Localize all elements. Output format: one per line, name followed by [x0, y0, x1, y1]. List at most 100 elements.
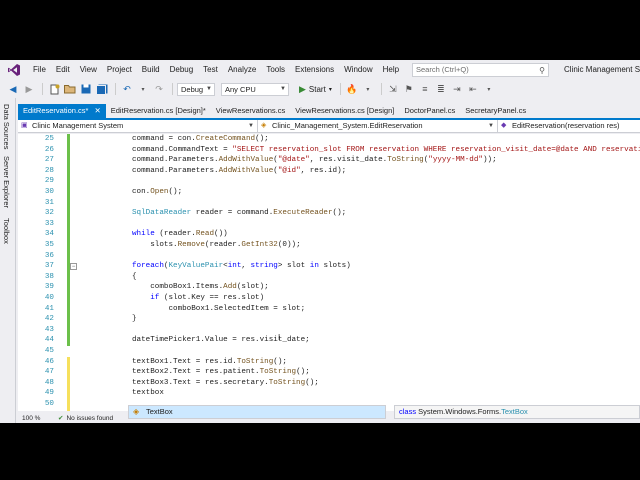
close-tab-icon[interactable]: ✕: [94, 106, 100, 115]
project-dropdown[interactable]: ▣ Clinic Management System ▼: [18, 120, 258, 133]
back-icon[interactable]: ◀: [6, 82, 20, 96]
menu-item-analyze[interactable]: Analyze: [223, 60, 261, 80]
line-number: 35: [44, 241, 54, 249]
code-line[interactable]: 35 slots.Remove(reader.GetInt32(0));: [18, 240, 640, 251]
code-line[interactable]: 25 command = con.CreateCommand();: [18, 134, 640, 145]
menu-item-view[interactable]: View: [75, 60, 102, 80]
step-into-icon[interactable]: ⇲: [386, 82, 400, 96]
configuration-select[interactable]: Debug ▼: [177, 82, 215, 96]
code-line[interactable]: 46 textBox1.Text = res.id.ToString();: [18, 357, 640, 368]
code-token: textBox3.Text = res.secretary.: [132, 378, 269, 387]
menu-item-debug[interactable]: Debug: [165, 60, 199, 80]
code-line[interactable]: 40 if (slot.Key == res.slot): [18, 293, 640, 304]
menu-item-file[interactable]: File: [28, 60, 51, 80]
menu-bar: File Edit View Project Build Debug Test Analyze…: [0, 60, 640, 80]
document-tab[interactable]: ViewReservations.cs: [211, 104, 290, 118]
code-line[interactable]: 48 textBox3.Text = res.secretary.ToString…: [18, 378, 640, 389]
code-line[interactable]: 27 command.Parameters.AddWithValue("@date…: [18, 155, 640, 166]
code-line[interactable]: 43: [18, 325, 640, 336]
document-tab[interactable]: EditReservation.cs [Design]*: [106, 104, 211, 118]
class-dropdown[interactable]: ◈ Clinic_Management_System.EditReservati…: [258, 120, 498, 133]
platform-select[interactable]: Any CPU ▼: [221, 82, 289, 96]
code-line[interactable]: 29: [18, 176, 640, 187]
code-line[interactable]: 33: [18, 219, 640, 230]
start-button[interactable]: ▶ Start ▾: [299, 84, 332, 95]
completion-item[interactable]: ◈ TextBox: [129, 406, 385, 418]
code-token: AddWithValue: [218, 166, 274, 175]
code-line[interactable]: 47 textBox2.Text = res.patient.ToString()…: [18, 367, 640, 378]
code-token: string: [250, 262, 278, 271]
side-tab-toolbox[interactable]: Toolbox: [2, 218, 11, 244]
code-token: slots): [318, 262, 351, 271]
code-line[interactable]: 28 command.Parameters.AddWithValue("@id",…: [18, 166, 640, 177]
indent-icon[interactable]: ⇥: [450, 82, 464, 96]
code-line[interactable]: 39 comboBox1.Items.Add(slot);: [18, 282, 640, 293]
undo-icon[interactable]: ↶: [120, 82, 134, 96]
code-line[interactable]: 38 {: [18, 272, 640, 283]
menu-item-build[interactable]: Build: [137, 60, 165, 80]
menu-item-extensions[interactable]: Extensions: [290, 60, 339, 80]
zoom-level[interactable]: 100 %: [18, 415, 58, 423]
search-icon[interactable]: ⚲: [539, 65, 545, 77]
collapse-block-icon[interactable]: −: [70, 263, 77, 271]
open-folder-icon[interactable]: [63, 82, 77, 96]
uncomment-icon[interactable]: ≣: [434, 82, 448, 96]
class-value: Clinic_Management_System.EditReservation: [272, 121, 423, 130]
code-token: while: [132, 230, 155, 239]
tooltip-keyword: class: [399, 407, 417, 416]
menu-item-project[interactable]: Project: [102, 60, 137, 80]
menu-item-test[interactable]: Test: [198, 60, 223, 80]
menu-item-window[interactable]: Window: [339, 60, 377, 80]
side-tab-data-sources[interactable]: Data Sources: [2, 104, 11, 149]
code-line[interactable]: 49 textbox: [18, 388, 640, 399]
line-number: 41: [44, 304, 54, 313]
line-number: 28: [44, 166, 54, 175]
code-token: comboBox1.Items.: [132, 283, 224, 292]
code-line[interactable]: 42}: [18, 314, 640, 325]
document-tab[interactable]: ViewReservations.cs [Design]: [290, 104, 399, 118]
document-tab[interactable]: EditReservation.cs* ✕: [18, 104, 106, 118]
toolbar-options-icon[interactable]: ▾: [482, 82, 496, 96]
outdent-icon[interactable]: ⇤: [466, 82, 480, 96]
visual-studio-logo-icon[interactable]: [6, 62, 22, 78]
code-line[interactable]: 32 SqlDataReader reader = command.Execute…: [18, 208, 640, 219]
save-all-icon[interactable]: [95, 82, 109, 96]
menu-item-help[interactable]: Help: [378, 60, 404, 80]
menu-item-tools[interactable]: Tools: [261, 60, 290, 80]
code-line[interactable]: 34 while (reader.Read()): [18, 229, 640, 240]
code-line[interactable]: 36: [18, 251, 640, 262]
search-input[interactable]: Search (Ctrl+Q) ⚲: [412, 63, 549, 77]
toolbar-separator: [339, 83, 341, 95]
code-token: slots.: [132, 241, 178, 249]
code-token: ();: [332, 209, 347, 218]
hot-reload-icon[interactable]: 🔥: [345, 82, 359, 96]
code-line[interactable]: 26 command.CommandText = "SELECT reservat…: [18, 145, 640, 156]
class-icon: ◈: [133, 407, 140, 416]
code-line[interactable]: 37 − foreach(KeyValuePair<int, string> slo…: [18, 261, 640, 272]
forward-icon[interactable]: ▶: [22, 82, 36, 96]
bookmark-icon[interactable]: ⚑: [402, 82, 416, 96]
member-dropdown[interactable]: ◆ EditReservation(reservation res): [498, 120, 640, 133]
code-line[interactable]: 44 dateTimePicker1.Value = res.visit_date…: [18, 335, 640, 346]
save-icon[interactable]: [79, 82, 93, 96]
code-token: (reader.: [204, 241, 242, 249]
dropdown-arrow-icon[interactable]: ▾: [361, 82, 375, 96]
letterbox-top: [0, 0, 640, 60]
line-number: 37: [44, 262, 54, 271]
redo-icon[interactable]: ↷: [152, 82, 166, 96]
dropdown-arrow-icon[interactable]: ▾: [136, 82, 150, 96]
document-tab[interactable]: DoctorPanel.cs: [399, 104, 460, 118]
issues-status[interactable]: No issues found: [66, 415, 113, 423]
code-line[interactable]: 41 comboBox1.SelectedItem = slot;: [18, 304, 640, 315]
side-tab-server-explorer[interactable]: Server Explorer: [2, 156, 11, 208]
code-editor[interactable]: I 25 command = con.CreateCommand(); 26 comm…: [18, 134, 640, 411]
code-text: textbox: [132, 388, 164, 399]
document-tab[interactable]: SecretaryPanel.cs: [460, 104, 531, 118]
comment-icon[interactable]: ≡: [418, 82, 432, 96]
new-item-icon[interactable]: [47, 82, 61, 96]
code-line[interactable]: 31: [18, 198, 640, 209]
menu-item-edit[interactable]: Edit: [51, 60, 75, 80]
code-line[interactable]: 45: [18, 346, 640, 357]
side-tool-strip: Data Sources Server Explorer Toolbox: [0, 98, 16, 423]
code-line[interactable]: 30 con.Open();: [18, 187, 640, 198]
